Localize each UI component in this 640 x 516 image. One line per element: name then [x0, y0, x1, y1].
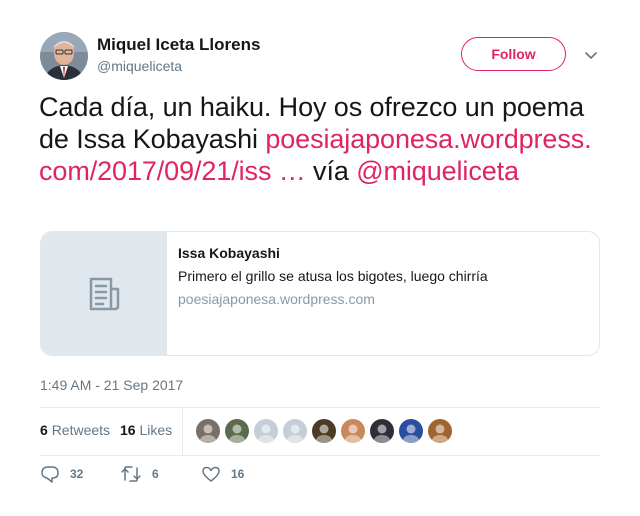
retweet-icon	[121, 466, 141, 482]
reply-icon	[41, 466, 59, 483]
more-options-chevron-down-icon[interactable]	[584, 48, 598, 59]
card-description: Primero el grillo se atusa los bigotes, …	[178, 268, 488, 284]
likes-label: Likes	[139, 422, 173, 438]
retweet-button[interactable]: 6	[120, 464, 159, 484]
heart-icon	[202, 466, 220, 482]
liker-avatar-6[interactable]	[341, 419, 365, 443]
reply-button[interactable]: 32	[40, 464, 83, 484]
likes-stat[interactable]: 16 Likes	[120, 422, 172, 438]
retweets-count: 6	[40, 422, 48, 438]
card-domain: poesiajaponesa.wordpress.com	[178, 291, 375, 307]
like-count: 16	[231, 467, 245, 481]
reply-count: 32	[70, 467, 84, 481]
tweet-stats: 6 Retweets 16 Likes	[40, 408, 600, 455]
author-avatar[interactable]	[40, 32, 88, 80]
link-preview-card[interactable]: Issa Kobayashi Primero el grillo se atus…	[40, 231, 600, 356]
retweet-count: 6	[152, 467, 159, 481]
likes-count: 16	[120, 422, 136, 438]
liker-avatar-9[interactable]	[428, 419, 452, 443]
divider	[40, 455, 600, 456]
card-body: Issa Kobayashi Primero el grillo se atus…	[167, 232, 499, 355]
stats-separator	[182, 408, 183, 455]
author-avatar-image	[40, 32, 88, 80]
liker-avatar-3[interactable]	[254, 419, 278, 443]
follow-button[interactable]: Follow	[461, 37, 566, 71]
retweets-label: Retweets	[51, 422, 111, 438]
document-icon	[89, 277, 119, 310]
card-thumbnail	[41, 232, 167, 355]
tweet-timestamp[interactable]: 1:49 AM - 21 Sep 2017	[40, 377, 183, 393]
tweet-via-text: vía	[305, 156, 357, 186]
tweet-text: Cada día, un haiku. Hoy os ofrezco un po…	[39, 91, 601, 187]
liker-avatar-8[interactable]	[399, 419, 423, 443]
liker-avatar-7[interactable]	[370, 419, 394, 443]
card-title: Issa Kobayashi	[178, 245, 280, 261]
liker-avatar-1[interactable]	[196, 419, 220, 443]
tweet-actions: 32 6 16	[40, 464, 600, 490]
author-name[interactable]: Miquel Iceta Llorens	[97, 35, 260, 55]
liker-avatar-5[interactable]	[312, 419, 336, 443]
tweet-mention-link[interactable]: @miqueliceta	[356, 156, 519, 186]
like-button[interactable]: 16	[201, 464, 244, 484]
author-handle[interactable]: @miqueliceta	[97, 58, 182, 74]
liker-avatar-4[interactable]	[283, 419, 307, 443]
liker-avatar-2[interactable]	[225, 419, 249, 443]
retweets-stat[interactable]: 6 Retweets	[40, 422, 110, 438]
